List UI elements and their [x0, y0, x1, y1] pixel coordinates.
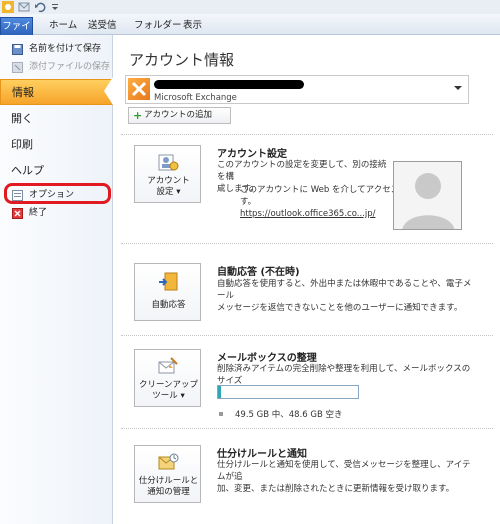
desc-line: このアカウントの設定を変更して、別の接続を構 — [217, 160, 387, 182]
ribbon-tab-bar: ファイル ホーム 送受信 フォルダー 表示 — [0, 14, 500, 49]
manage-rules-button[interactable]: 仕分けルールと 通知の管理 — [134, 445, 201, 503]
tab-send-receive[interactable]: 送受信 — [88, 17, 117, 35]
auto-reply-label: 自動応答 — [151, 300, 186, 310]
auto-reply-description: 自動応答を使用すると、外出中または休暇中であることや、電子メール メッセージを返… — [217, 278, 477, 314]
rules-alerts-icon — [158, 453, 179, 470]
attachment-icon — [12, 62, 23, 73]
sidebar-item-label: 終了 — [29, 208, 48, 218]
mailbox-usage-bar — [217, 385, 359, 399]
account-type: Microsoft Exchange — [154, 93, 237, 103]
account-settings-label-2: 設定 ▾ — [156, 187, 181, 197]
desc-line: 仕分けルールと通知を使用して、受信メッセージを整理し、アイテムが追 — [217, 460, 471, 482]
cleanup-tools-label-2: ツール ▾ — [152, 391, 185, 401]
rules-description: 仕分けルールと通知を使用して、受信メッセージを整理し、アイテムが追 加、変更、ま… — [217, 459, 477, 495]
section-divider — [121, 335, 493, 336]
sidebar-item-open[interactable]: 開く — [0, 106, 113, 132]
save-icon — [12, 44, 23, 55]
cleanup-tools-icon — [158, 357, 178, 374]
add-account-label: アカウントの追加 — [144, 110, 213, 120]
desc-line: メッセージを返信できないことを他のユーザーに通知できます。 — [217, 303, 463, 313]
person-silhouette-icon — [402, 173, 455, 229]
section-divider — [121, 134, 493, 135]
auto-reply-button[interactable]: 自動応答 — [134, 263, 201, 321]
account-settings-title: アカウント設定 — [217, 149, 287, 160]
account-selector[interactable]: Microsoft Exchange — [125, 75, 469, 104]
owa-link[interactable]: https://outlook.office365.co...jp/ — [240, 209, 375, 219]
sidebar-item-exit[interactable]: 終了 — [0, 205, 113, 221]
avatar[interactable] — [393, 161, 462, 230]
account-info-panel: アカウント情報 Microsoft Exchange + アカウントの追加 アカ… — [113, 35, 500, 524]
tab-view[interactable]: 表示 — [183, 17, 202, 35]
tab-home[interactable]: ホーム — [49, 17, 77, 35]
section-divider — [121, 243, 493, 244]
account-settings-label-1: アカウント — [147, 176, 190, 186]
tab-folder[interactable]: フォルダー — [134, 17, 182, 35]
section-divider — [121, 428, 493, 429]
quick-access-toolbar — [0, 0, 500, 14]
cleanup-tools-label-1: クリーンアップ — [138, 380, 199, 390]
sidebar-item-print[interactable]: 印刷 — [0, 132, 113, 158]
bullet-icon — [219, 412, 223, 416]
sidebar-item-label: 添付ファイルの保存 — [29, 62, 111, 72]
web-access-text-2: す。 — [240, 197, 257, 207]
exchange-icon — [128, 78, 150, 100]
account-settings-icon — [158, 154, 179, 171]
mailbox-storage-text: 49.5 GB 中、48.6 GB 空き — [235, 410, 343, 420]
send-receive-icon[interactable] — [18, 1, 30, 13]
backstage-sidebar: 名前を付けて保存 添付ファイルの保存 情報 開く 印刷 ヘルプ オプション 終了 — [0, 35, 113, 524]
customize-qat-icon[interactable] — [50, 1, 60, 13]
page-title: アカウント情報 — [129, 51, 235, 69]
active-indicator-arrow — [104, 77, 113, 105]
redacted-email — [154, 80, 304, 89]
desc-line: 自動応答を使用すると、外出中または休暇中であることや、電子メール — [217, 279, 472, 301]
tab-file[interactable]: ファイル — [0, 17, 33, 49]
desc-line: 削除済みアイテムの完全削除や整理を利用して、メールボックスのサイズ — [217, 364, 471, 386]
options-highlight-ring — [4, 183, 111, 204]
plus-icon: + — [133, 109, 143, 122]
account-settings-button[interactable]: アカウント 設定 ▾ — [134, 145, 201, 203]
manage-rules-label-2: 通知の管理 — [147, 487, 190, 497]
outlook-logo-icon — [2, 1, 14, 13]
rules-title: 仕分けルールと通知 — [217, 449, 307, 460]
manage-rules-label-1: 仕分けルールと — [138, 476, 199, 486]
auto-reply-title: 自動応答 (不在時) — [217, 267, 300, 278]
desc-line: 加、変更、または削除されたときに更新情報を受け取ります。 — [217, 484, 455, 494]
web-access-text-1: このアカウントに Web を介してアクセスしま — [240, 185, 417, 195]
undo-icon[interactable] — [34, 1, 46, 13]
sidebar-item-save-as[interactable]: 名前を付けて保存 — [0, 41, 113, 57]
sidebar-item-label: 名前を付けて保存 — [29, 44, 102, 54]
mailbox-cleanup-title: メールボックスの整理 — [217, 353, 317, 364]
cleanup-tools-button[interactable]: クリーンアップ ツール ▾ — [134, 349, 201, 407]
auto-reply-icon — [159, 272, 178, 291]
sidebar-item-save-attachments[interactable]: 添付ファイルの保存 — [0, 59, 113, 75]
exit-icon — [12, 208, 23, 219]
add-account-button[interactable]: + アカウントの追加 — [128, 107, 231, 124]
sidebar-item-help[interactable]: ヘルプ — [0, 158, 113, 184]
mailbox-usage-fill — [218, 386, 221, 398]
chevron-down-icon[interactable] — [454, 86, 462, 90]
bullet-icon — [219, 187, 223, 191]
sidebar-item-info[interactable]: 情報 — [0, 79, 113, 105]
